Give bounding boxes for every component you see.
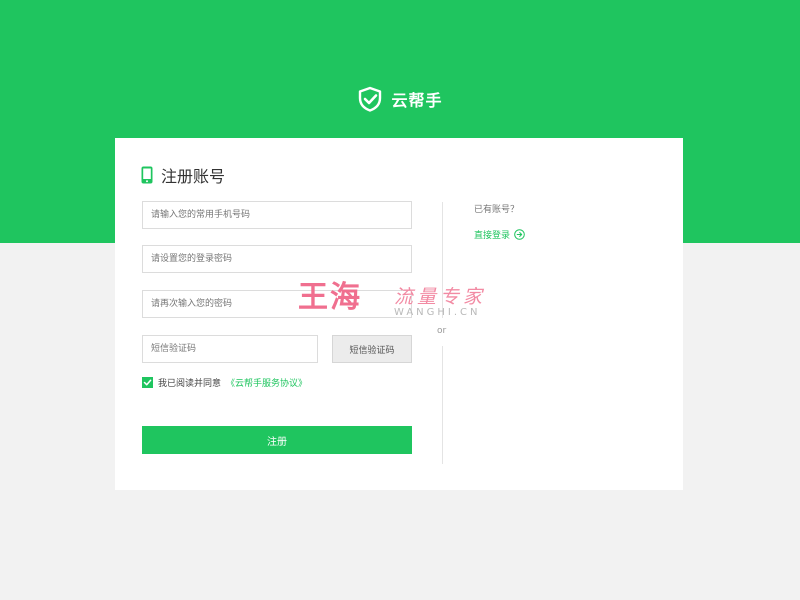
divider-or: or (437, 326, 447, 336)
watermark-script-text: 流量专家 (394, 286, 487, 308)
watermark: 王海 流量专家 WANGHI.CN (298, 280, 508, 322)
brand: 云帮手 (0, 86, 800, 112)
shield-check-icon (359, 86, 382, 112)
card-title: 注册账号 (141, 163, 225, 187)
brand-name: 云帮手 (391, 91, 443, 110)
agreement-row: 我已阅读并同意 《云帮手服务协议》 (142, 376, 307, 389)
login-link[interactable]: 直接登录 (474, 228, 525, 241)
check-icon (143, 379, 152, 386)
phone-icon (141, 166, 153, 184)
agree-text: 我已阅读并同意 (158, 379, 222, 389)
page: 云帮手 注册账号 短信验证码 我已阅读并同意 《云帮手服务协议》 注册 (0, 0, 800, 600)
page-title: 注册账号 (161, 167, 226, 186)
send-sms-code-button[interactable]: 短信验证码 (332, 335, 412, 363)
phone-input[interactable] (142, 201, 412, 229)
login-link-label: 直接登录 (474, 231, 511, 241)
watermark-main-text: 王海 (298, 280, 362, 315)
has-account-text: 已有账号？ (474, 205, 520, 215)
service-agreement-link[interactable]: 《云帮手服务协议》 (226, 376, 307, 389)
register-button[interactable]: 注册 (142, 426, 412, 454)
password-input[interactable] (142, 245, 412, 273)
watermark-latin-text: WANGHI.CN (394, 307, 481, 318)
sms-code-input[interactable] (142, 335, 318, 363)
divider-line-bottom (442, 346, 443, 464)
agree-checkbox[interactable] (142, 377, 153, 388)
arrow-right-circle-icon (514, 229, 525, 240)
